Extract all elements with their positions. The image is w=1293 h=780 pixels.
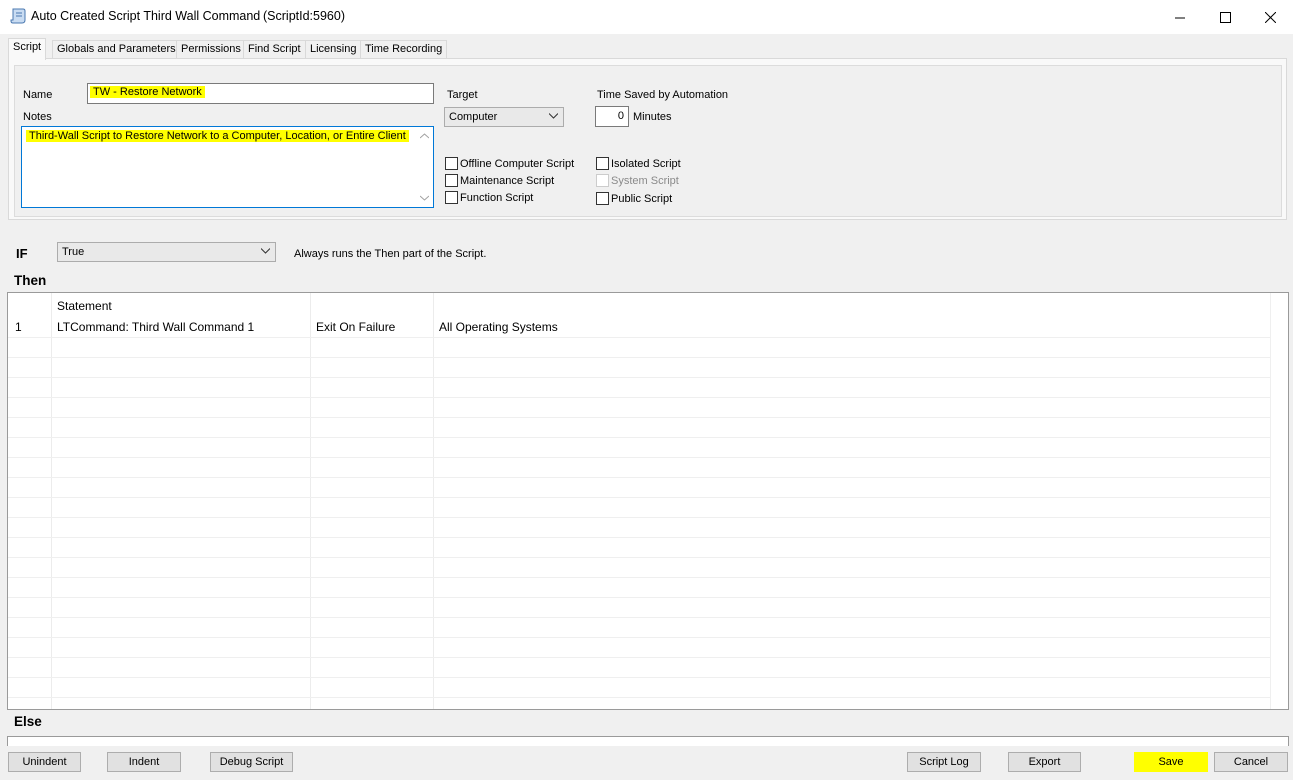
else-label: Else	[14, 714, 42, 729]
tab-find-script[interactable]: Find Script	[243, 40, 306, 59]
row-number: 1	[15, 320, 22, 334]
table-row[interactable]	[8, 478, 1271, 498]
name-value: TW - Restore Network	[90, 86, 205, 98]
table-row[interactable]	[8, 578, 1271, 598]
unindent-button[interactable]: Unindent	[8, 752, 81, 772]
table-row[interactable]: 1 LTCommand: Third Wall Command 1 Exit O…	[8, 317, 1271, 338]
system-checkbox: System Script	[596, 174, 679, 187]
grid-scrollbar[interactable]	[1270, 293, 1288, 709]
notes-textarea[interactable]: Third-Wall Script to Restore Network to …	[21, 126, 434, 208]
cancel-button[interactable]: Cancel	[1214, 752, 1288, 772]
time-saved-input[interactable]: 0	[595, 106, 629, 127]
checkbox-box[interactable]	[596, 192, 609, 205]
checkbox-box[interactable]	[596, 157, 609, 170]
script-log-button[interactable]: Script Log	[907, 752, 981, 772]
chevron-down-icon	[261, 248, 270, 254]
target-value: Computer	[449, 111, 498, 123]
else-statements-grid[interactable]	[7, 736, 1289, 746]
public-checkbox[interactable]: Public Script	[596, 192, 672, 205]
if-condition-value: True	[62, 246, 85, 258]
header-statement: Statement	[57, 299, 112, 313]
table-row[interactable]	[8, 678, 1271, 698]
checkbox-label: Maintenance Script	[460, 174, 555, 187]
maintenance-checkbox[interactable]: Maintenance Script	[445, 174, 554, 187]
row-os: All Operating Systems	[439, 320, 558, 334]
table-row[interactable]	[8, 638, 1271, 658]
checkbox-label: Function Script	[460, 191, 534, 204]
table-row[interactable]	[8, 558, 1271, 578]
name-label: Name	[23, 89, 53, 101]
tab-script[interactable]: Script	[8, 38, 47, 60]
table-row[interactable]	[8, 438, 1271, 458]
close-button[interactable]	[1247, 0, 1293, 34]
maximize-icon	[1219, 11, 1231, 23]
notes-scrollbar[interactable]	[416, 127, 433, 207]
table-row[interactable]	[8, 498, 1271, 518]
table-row[interactable]	[8, 518, 1271, 538]
window-title: Auto Created Script Third Wall Command	[31, 9, 261, 23]
isolated-checkbox[interactable]: Isolated Script	[596, 157, 681, 170]
close-icon	[1264, 11, 1276, 23]
export-button[interactable]: Export	[1008, 752, 1081, 772]
row-on-failure: Exit On Failure	[316, 320, 396, 334]
if-description: Always runs the Then part of the Script.	[294, 248, 487, 260]
checkbox-box	[596, 174, 609, 187]
table-row[interactable]	[8, 338, 1271, 358]
table-row[interactable]	[8, 398, 1271, 418]
if-label: IF	[16, 246, 28, 261]
script-id: (ScriptId:5960)	[263, 9, 345, 23]
minimize-icon	[1174, 17, 1185, 18]
tab-globals-parameters[interactable]: Globals and Parameters	[52, 40, 181, 59]
if-condition-dropdown[interactable]: True	[57, 242, 276, 262]
maximize-button[interactable]	[1202, 0, 1248, 34]
checkbox-label: Isolated Script	[611, 157, 681, 170]
table-row[interactable]	[8, 538, 1271, 558]
title-bar: Auto Created Script Third Wall Command (…	[0, 0, 1293, 34]
save-button[interactable]: Save	[1134, 752, 1208, 772]
scroll-up-icon	[420, 133, 429, 139]
target-label: Target	[447, 89, 478, 101]
tab-licensing[interactable]: Licensing	[305, 40, 362, 59]
minimize-button[interactable]	[1157, 0, 1203, 34]
then-statements-grid[interactable]: Statement 1 LTCommand: Third Wall Comman…	[7, 292, 1289, 710]
name-input[interactable]: TW - Restore Network	[87, 83, 434, 104]
tab-time-recording[interactable]: Time Recording	[360, 40, 448, 59]
script-icon	[9, 7, 27, 25]
target-dropdown[interactable]: Computer	[444, 107, 564, 127]
time-saved-label: Time Saved by Automation	[597, 89, 729, 101]
table-row[interactable]	[8, 618, 1271, 638]
indent-button[interactable]: Indent	[107, 752, 181, 772]
offline-computer-checkbox[interactable]: Offline Computer Script	[445, 157, 574, 170]
table-row[interactable]	[8, 378, 1271, 398]
checkbox-label: Public Script	[611, 192, 673, 205]
checkbox-label: System Script	[611, 174, 679, 187]
notes-label: Notes	[23, 111, 52, 123]
minutes-label: Minutes	[633, 111, 672, 123]
checkbox-box[interactable]	[445, 174, 458, 187]
chevron-down-icon	[549, 113, 558, 119]
table-row[interactable]	[8, 598, 1271, 618]
row-statement: LTCommand: Third Wall Command 1	[57, 320, 255, 334]
debug-script-button[interactable]: Debug Script	[210, 752, 293, 772]
function-checkbox[interactable]: Function Script	[445, 191, 533, 204]
checkbox-label: Offline Computer Script	[460, 157, 575, 170]
checkbox-box[interactable]	[445, 157, 458, 170]
table-row[interactable]	[8, 418, 1271, 438]
then-label: Then	[14, 273, 47, 288]
notes-value: Third-Wall Script to Restore Network to …	[26, 130, 409, 142]
table-row[interactable]	[8, 458, 1271, 478]
table-row[interactable]	[8, 658, 1271, 678]
checkbox-box[interactable]	[445, 191, 458, 204]
tab-permissions[interactable]: Permissions	[176, 40, 246, 59]
grid-header: Statement	[8, 293, 1271, 317]
table-row[interactable]	[8, 358, 1271, 378]
scroll-down-icon	[420, 195, 429, 201]
